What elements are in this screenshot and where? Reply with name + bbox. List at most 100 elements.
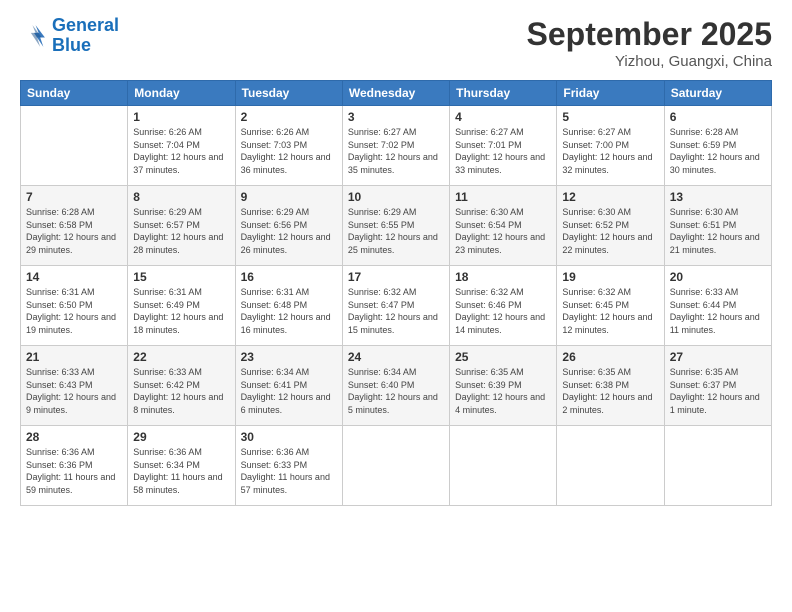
table-row: 3 Sunrise: 6:27 AMSunset: 7:02 PMDaylight… (342, 106, 449, 186)
table-row (21, 106, 128, 186)
table-row: 1 Sunrise: 6:26 AMSunset: 7:04 PMDaylight… (128, 106, 235, 186)
table-row: 30 Sunrise: 6:36 AMSunset: 6:33 PMDayligh… (235, 426, 342, 506)
calendar-week-row: 21Sunrise: 6:33 AMSunset: 6:43 PMDayligh… (21, 346, 772, 426)
table-row: 19 Sunrise: 6:32 AMSunset: 6:45 PMDayligh… (557, 266, 664, 346)
day-number: 2 (241, 110, 337, 124)
day-info: Sunrise: 6:33 AMSunset: 6:43 PMDaylight:… (26, 366, 122, 416)
calendar-week-row: 28 Sunrise: 6:36 AMSunset: 6:36 PMDayligh… (21, 426, 772, 506)
location-subtitle: Yizhou, Guangxi, China (527, 53, 772, 70)
day-number: 4 (455, 110, 551, 124)
day-info: Sunrise: 6:34 AMSunset: 6:40 PMDaylight:… (348, 366, 444, 416)
day-number: 12 (562, 190, 658, 204)
day-info: Sunrise: 6:35 AMSunset: 6:37 PMDaylight:… (670, 366, 766, 416)
day-info: Sunrise: 6:33 AMSunset: 6:44 PMDaylight:… (670, 286, 766, 336)
table-row: 13Sunrise: 6:30 AMSunset: 6:51 PMDayligh… (664, 186, 771, 266)
day-info: Sunrise: 6:36 AMSunset: 6:33 PMDaylight:… (241, 446, 337, 496)
day-number: 1 (133, 110, 229, 124)
day-info: Sunrise: 6:35 AMSunset: 6:38 PMDaylight:… (562, 366, 658, 416)
day-number: 16 (241, 270, 337, 284)
day-number: 7 (26, 190, 122, 204)
header: General Blue September 2025 Yizhou, Guan… (20, 16, 772, 70)
day-info: Sunrise: 6:32 AMSunset: 6:46 PMDaylight:… (455, 286, 551, 336)
table-row: 8 Sunrise: 6:29 AMSunset: 6:57 PMDaylight… (128, 186, 235, 266)
table-row: 12 Sunrise: 6:30 AMSunset: 6:52 PMDayligh… (557, 186, 664, 266)
day-info: Sunrise: 6:29 AMSunset: 6:56 PMDaylight:… (241, 206, 337, 256)
calendar-week-row: 7Sunrise: 6:28 AMSunset: 6:58 PMDaylight… (21, 186, 772, 266)
day-number: 10 (348, 190, 444, 204)
table-row: 20 Sunrise: 6:33 AMSunset: 6:44 PMDayligh… (664, 266, 771, 346)
day-number: 28 (26, 430, 122, 444)
logo: General Blue (20, 16, 119, 56)
logo-icon (20, 22, 48, 50)
table-row: 10 Sunrise: 6:29 AMSunset: 6:55 PMDayligh… (342, 186, 449, 266)
header-sunday: Sunday (21, 81, 128, 106)
calendar-week-row: 14Sunrise: 6:31 AMSunset: 6:50 PMDayligh… (21, 266, 772, 346)
table-row: 25 Sunrise: 6:35 AMSunset: 6:39 PMDayligh… (450, 346, 557, 426)
header-thursday: Thursday (450, 81, 557, 106)
day-info: Sunrise: 6:31 AMSunset: 6:49 PMDaylight:… (133, 286, 229, 336)
table-row: 7Sunrise: 6:28 AMSunset: 6:58 PMDaylight… (21, 186, 128, 266)
header-monday: Monday (128, 81, 235, 106)
table-row: 24Sunrise: 6:34 AMSunset: 6:40 PMDayligh… (342, 346, 449, 426)
day-info: Sunrise: 6:36 AMSunset: 6:36 PMDaylight:… (26, 446, 122, 496)
table-row: 5Sunrise: 6:27 AMSunset: 7:00 PMDaylight… (557, 106, 664, 186)
day-number: 23 (241, 350, 337, 364)
day-number: 9 (241, 190, 337, 204)
logo-blue: Blue (52, 35, 91, 55)
table-row: 14Sunrise: 6:31 AMSunset: 6:50 PMDayligh… (21, 266, 128, 346)
day-info: Sunrise: 6:27 AMSunset: 7:01 PMDaylight:… (455, 126, 551, 176)
title-block: September 2025 Yizhou, Guangxi, China (527, 16, 772, 70)
header-wednesday: Wednesday (342, 81, 449, 106)
day-info: Sunrise: 6:29 AMSunset: 6:55 PMDaylight:… (348, 206, 444, 256)
day-info: Sunrise: 6:26 AMSunset: 7:04 PMDaylight:… (133, 126, 229, 176)
day-number: 19 (562, 270, 658, 284)
day-number: 8 (133, 190, 229, 204)
day-number: 26 (562, 350, 658, 364)
day-number: 15 (133, 270, 229, 284)
table-row: 23Sunrise: 6:34 AMSunset: 6:41 PMDayligh… (235, 346, 342, 426)
day-number: 6 (670, 110, 766, 124)
weekday-header-row: Sunday Monday Tuesday Wednesday Thursday… (21, 81, 772, 106)
day-number: 17 (348, 270, 444, 284)
table-row: 26 Sunrise: 6:35 AMSunset: 6:38 PMDayligh… (557, 346, 664, 426)
day-info: Sunrise: 6:30 AMSunset: 6:54 PMDaylight:… (455, 206, 551, 256)
table-row: 18Sunrise: 6:32 AMSunset: 6:46 PMDayligh… (450, 266, 557, 346)
day-info: Sunrise: 6:33 AMSunset: 6:42 PMDaylight:… (133, 366, 229, 416)
day-info: Sunrise: 6:29 AMSunset: 6:57 PMDaylight:… (133, 206, 229, 256)
table-row: 6 Sunrise: 6:28 AMSunset: 6:59 PMDaylight… (664, 106, 771, 186)
day-info: Sunrise: 6:36 AMSunset: 6:34 PMDaylight:… (133, 446, 229, 496)
logo-text: General Blue (52, 16, 119, 56)
day-number: 14 (26, 270, 122, 284)
month-title: September 2025 (527, 16, 772, 53)
page: General Blue September 2025 Yizhou, Guan… (0, 0, 792, 612)
day-number: 3 (348, 110, 444, 124)
day-info: Sunrise: 6:28 AMSunset: 6:59 PMDaylight:… (670, 126, 766, 176)
day-number: 27 (670, 350, 766, 364)
table-row: 22Sunrise: 6:33 AMSunset: 6:42 PMDayligh… (128, 346, 235, 426)
table-row: 21Sunrise: 6:33 AMSunset: 6:43 PMDayligh… (21, 346, 128, 426)
table-row: 28 Sunrise: 6:36 AMSunset: 6:36 PMDayligh… (21, 426, 128, 506)
table-row: 2 Sunrise: 6:26 AMSunset: 7:03 PMDaylight… (235, 106, 342, 186)
day-info: Sunrise: 6:35 AMSunset: 6:39 PMDaylight:… (455, 366, 551, 416)
day-info: Sunrise: 6:30 AMSunset: 6:52 PMDaylight:… (562, 206, 658, 256)
day-number: 29 (133, 430, 229, 444)
day-info: Sunrise: 6:27 AMSunset: 7:02 PMDaylight:… (348, 126, 444, 176)
calendar-week-row: 1 Sunrise: 6:26 AMSunset: 7:04 PMDaylight… (21, 106, 772, 186)
table-row: 27 Sunrise: 6:35 AMSunset: 6:37 PMDayligh… (664, 346, 771, 426)
header-saturday: Saturday (664, 81, 771, 106)
day-number: 25 (455, 350, 551, 364)
day-number: 20 (670, 270, 766, 284)
day-info: Sunrise: 6:26 AMSunset: 7:03 PMDaylight:… (241, 126, 337, 176)
table-row: 17Sunrise: 6:32 AMSunset: 6:47 PMDayligh… (342, 266, 449, 346)
table-row (664, 426, 771, 506)
day-number: 30 (241, 430, 337, 444)
calendar-body: 1 Sunrise: 6:26 AMSunset: 7:04 PMDaylight… (21, 106, 772, 506)
table-row: 16 Sunrise: 6:31 AMSunset: 6:48 PMDayligh… (235, 266, 342, 346)
table-row: 9 Sunrise: 6:29 AMSunset: 6:56 PMDaylight… (235, 186, 342, 266)
day-info: Sunrise: 6:31 AMSunset: 6:48 PMDaylight:… (241, 286, 337, 336)
day-info: Sunrise: 6:32 AMSunset: 6:45 PMDaylight:… (562, 286, 658, 336)
logo-general: General (52, 15, 119, 35)
day-number: 5 (562, 110, 658, 124)
table-row: 11Sunrise: 6:30 AMSunset: 6:54 PMDayligh… (450, 186, 557, 266)
header-friday: Friday (557, 81, 664, 106)
